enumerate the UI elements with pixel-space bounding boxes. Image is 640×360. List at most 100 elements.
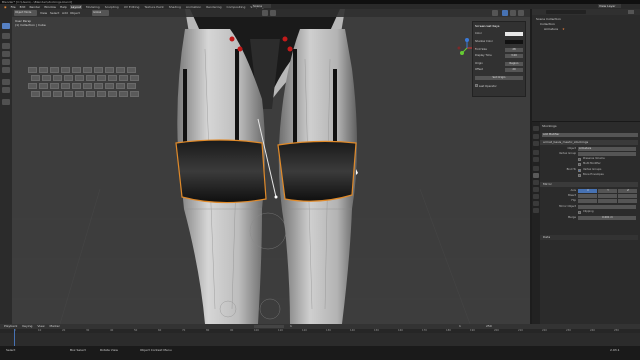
modifier-header-armature[interactable]: armat_basis_meshc_stockings xyxy=(540,140,638,145)
scale-tool-icon[interactable] xyxy=(2,59,10,65)
mirror-object-field[interactable] xyxy=(578,205,636,209)
axis-y-toggle[interactable]: Y xyxy=(598,189,617,193)
add-cube-tool-icon[interactable] xyxy=(2,99,10,105)
menu-view[interactable]: View xyxy=(40,10,47,16)
origin-dropdown[interactable]: Region xyxy=(505,62,523,66)
proportional-edit-icon[interactable] xyxy=(270,10,276,16)
playback-controls[interactable] xyxy=(254,325,284,328)
npanel-row-font-size: Font Size 28 xyxy=(475,48,523,52)
material-tab-icon[interactable] xyxy=(533,208,539,213)
shading-solid-icon[interactable] xyxy=(502,10,508,16)
bisect-x-toggle[interactable] xyxy=(578,194,597,198)
scene-tab-icon[interactable] xyxy=(533,150,539,155)
mode-selector[interactable]: Object Mode xyxy=(14,10,37,16)
playhead[interactable] xyxy=(14,329,15,346)
rotate-tool-icon[interactable] xyxy=(2,51,10,57)
flip-z-toggle[interactable] xyxy=(618,199,637,203)
modifier-header-mirror[interactable]: Mirror xyxy=(540,182,638,187)
world-tab-icon[interactable] xyxy=(533,157,539,162)
modifier-tab-icon[interactable] xyxy=(533,173,539,178)
menu-edit[interactable]: Edit xyxy=(20,5,26,9)
flip-y-toggle[interactable] xyxy=(598,199,617,203)
workspace-tab-uv[interactable]: UV Editing xyxy=(123,5,141,9)
workspace-tab-texture-paint[interactable]: Texture Paint xyxy=(143,5,164,9)
workspace-tab-animation[interactable]: Animation xyxy=(185,5,202,9)
shading-rendered-icon[interactable] xyxy=(518,10,524,16)
filter-icon[interactable] xyxy=(628,10,634,14)
measure-tool-icon[interactable] xyxy=(2,87,10,93)
object-tab-icon[interactable] xyxy=(533,166,539,171)
select-box-tool-icon[interactable] xyxy=(2,23,10,29)
output-tab-icon[interactable] xyxy=(533,141,539,146)
physics-tab-icon[interactable] xyxy=(533,187,539,192)
outliner-search[interactable] xyxy=(546,10,586,14)
preserve-volume-checkbox[interactable] xyxy=(578,158,581,161)
menu-render[interactable]: Render xyxy=(29,5,40,9)
timeline-menu-view[interactable]: View xyxy=(37,324,44,328)
view-layer-selector[interactable]: View Layer xyxy=(598,4,621,8)
snap-icon[interactable] xyxy=(262,10,268,16)
set-origin-button[interactable]: Set Origin xyxy=(475,76,523,80)
3d-viewport[interactable]: Object Mode View Select Add Object Globa… xyxy=(0,9,530,324)
data-subpanel[interactable]: Data xyxy=(540,235,638,240)
timeline-menu-keying[interactable]: Keying xyxy=(22,324,32,328)
workspace-tab-rendering[interactable]: Rendering xyxy=(205,5,222,9)
timeline-tick-label: 60 xyxy=(158,329,162,332)
menu-help[interactable]: Help xyxy=(60,5,67,9)
properties-tabs xyxy=(532,122,540,325)
shading-material-icon[interactable] xyxy=(510,10,516,16)
shadow-color-swatch[interactable] xyxy=(505,40,523,44)
render-tab-icon[interactable] xyxy=(533,134,539,139)
workspace-tab-layout[interactable]: Layout xyxy=(69,4,83,9)
screencast-key xyxy=(50,67,59,73)
timeline-ruler[interactable]: 0102030405060708090100110120130140150160… xyxy=(0,329,640,333)
bone-envelopes-checkbox[interactable] xyxy=(578,174,581,177)
screencast-key xyxy=(86,75,95,81)
scene-selector[interactable]: Scene xyxy=(252,4,271,8)
blender-logo-icon[interactable]: ◉ xyxy=(4,5,7,9)
axis-z-toggle[interactable]: Z xyxy=(618,189,637,193)
color-swatch[interactable] xyxy=(505,32,523,36)
offset-field[interactable]: 20 xyxy=(505,68,523,72)
annotate-tool-icon[interactable] xyxy=(2,79,10,85)
merge-distance-field[interactable]: 0.001 m xyxy=(578,216,636,220)
timeline-tick-label: 150 xyxy=(374,329,379,332)
constraints-tab-icon[interactable] xyxy=(533,194,539,199)
outliner-item-armature[interactable]: Armature ★ xyxy=(544,27,638,32)
multi-modifier-checkbox[interactable] xyxy=(578,163,581,166)
cursor-tool-icon[interactable] xyxy=(2,33,10,39)
menu-window[interactable]: Window xyxy=(44,5,56,9)
transform-tool-icon[interactable] xyxy=(2,67,10,73)
timeline-menu-marker[interactable]: Marker xyxy=(50,324,60,328)
workspace-tab-shading[interactable]: Shading xyxy=(168,5,182,9)
screencast-key xyxy=(31,91,40,97)
data-tab-icon[interactable] xyxy=(533,201,539,206)
display-time-field[interactable]: 3.00 xyxy=(505,54,523,58)
last-operator-checkbox[interactable] xyxy=(475,84,478,87)
workspace-tab-sculpting[interactable]: Sculpting xyxy=(104,5,120,9)
timeline-tick-label: 10 xyxy=(38,329,42,332)
particles-tab-icon[interactable] xyxy=(533,180,539,185)
menu-select[interactable]: Select xyxy=(50,10,59,16)
timeline-menu-playback[interactable]: Playback xyxy=(4,324,17,328)
orientation-selector[interactable]: Global xyxy=(92,10,109,16)
axis-x-toggle[interactable]: X xyxy=(578,189,597,193)
tool-tab-icon[interactable] xyxy=(533,126,539,131)
vertex-groups-checkbox[interactable] xyxy=(578,169,581,172)
overlay-icon[interactable] xyxy=(492,10,498,16)
flip-x-toggle[interactable] xyxy=(578,199,597,203)
bisect-z-toggle[interactable] xyxy=(618,194,637,198)
menu-file[interactable]: File xyxy=(11,5,16,9)
screencast-key xyxy=(53,75,62,81)
clipping-checkbox[interactable] xyxy=(578,211,581,214)
workspace-tab-compositing[interactable]: Compositing xyxy=(226,5,247,9)
workspace-tab-modeling[interactable]: Modeling xyxy=(85,5,101,9)
move-tool-icon[interactable] xyxy=(2,43,10,49)
bisect-y-toggle[interactable] xyxy=(598,194,617,198)
font-size-field[interactable]: 28 xyxy=(505,48,523,52)
armature-object-field[interactable]: Armature xyxy=(578,147,636,151)
vertex-group-field[interactable] xyxy=(578,152,636,156)
add-modifier-dropdown[interactable]: Add Modifier xyxy=(542,133,638,137)
menu-add[interactable]: Add xyxy=(62,10,68,16)
menu-object[interactable]: Object xyxy=(70,10,80,16)
